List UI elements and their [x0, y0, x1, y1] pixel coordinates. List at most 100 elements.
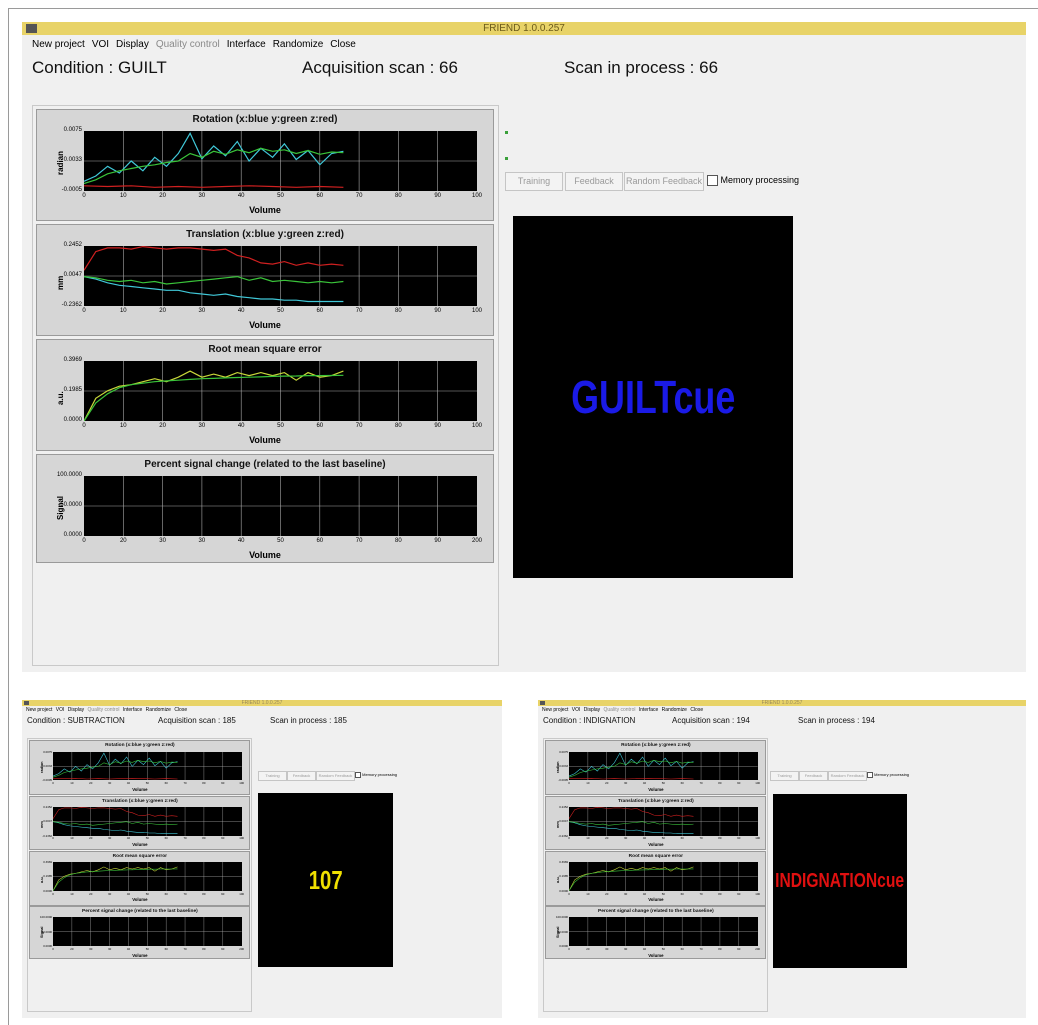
x-tick-label: 80 — [202, 781, 206, 786]
x-tick-label: 10 — [119, 308, 127, 314]
x-tick-label: 80 — [395, 193, 402, 199]
chart-title: Percent signal change (related to the la… — [598, 908, 714, 914]
plot-area — [568, 751, 758, 781]
x-tick-label: 50 — [145, 946, 149, 951]
feedback-button[interactable]: Feedback — [799, 771, 828, 781]
y-tick-label: 0.0075 — [63, 127, 82, 133]
x-axis-label: Volume — [648, 787, 664, 793]
x-tick-label: 60 — [164, 836, 168, 841]
menu-item-display[interactable]: Display — [116, 37, 149, 53]
checkbox-box[interactable] — [867, 772, 873, 778]
quality-control-panel: Rotation (x:blue y:green z:red) radian 0.0… — [32, 105, 499, 666]
menu-item-close[interactable]: Close — [330, 37, 356, 53]
x-tick-label: 30 — [107, 891, 112, 896]
memory-processing-checkbox[interactable]: Memory processing — [867, 772, 909, 778]
chart-title: Percent signal change (related to the la… — [144, 459, 386, 470]
x-axis-label: Volume — [249, 435, 281, 445]
x-tick-label: 20 — [605, 836, 609, 841]
y-tick-label: 0.0075 — [559, 749, 569, 754]
y-tick-label: 0.0047 — [63, 272, 82, 278]
x-tick-label: 50 — [145, 781, 149, 786]
x-tick-label: 30 — [198, 423, 206, 429]
training-button[interactable]: Training — [770, 771, 799, 781]
menu-item-interface[interactable]: Interface — [123, 707, 142, 714]
feedback-display: GUILTcue — [513, 216, 793, 578]
x-tick-label: 80 — [718, 946, 722, 951]
x-tick-label: 70 — [699, 946, 703, 951]
menu-item-close[interactable]: Close — [174, 707, 187, 714]
chart-title: Root mean square error — [628, 853, 684, 859]
feedback-display: INDIGNATIONcue — [773, 794, 907, 968]
menu-item-new-project[interactable]: New project — [32, 37, 85, 53]
chart-panel-rms-error: Root mean square error a.u. 0.3969 0.1985 0.… — [36, 339, 494, 451]
x-tick-label: 90 — [221, 781, 225, 786]
x-tick-label: 80 — [202, 946, 206, 951]
scan-in-process-label: Scan in process : 194 — [798, 716, 875, 725]
x-tick-label: 0 — [568, 891, 570, 896]
y-tick-label: 100.0000 — [56, 472, 82, 478]
condition-label: Condition : GUILT — [32, 58, 167, 77]
y-tick-label: 0.2452 — [63, 242, 82, 248]
x-tick-label: 60 — [680, 781, 684, 786]
x-tick-label: 70 — [355, 308, 363, 314]
training-button[interactable]: Training — [505, 172, 563, 191]
x-axis-label: Volume — [648, 897, 664, 903]
menu-item-quality-control[interactable]: Quality control — [156, 37, 220, 53]
x-tick-label: 80 — [202, 891, 206, 896]
x-tick-label: 60 — [164, 891, 168, 896]
menu-item-display[interactable]: Display — [584, 707, 600, 714]
y-tick-label: 0.1985 — [43, 874, 53, 879]
random-feedback-button[interactable]: Random Feedback — [828, 771, 867, 781]
menu-item-voi[interactable]: VOI — [56, 707, 65, 714]
checkbox-box[interactable] — [355, 772, 361, 778]
random-feedback-button[interactable]: Random Feedback — [624, 172, 704, 191]
x-tick-label: 70 — [699, 836, 703, 841]
menu-item-new-project[interactable]: New project — [26, 707, 52, 714]
x-tick-label: 10 — [586, 891, 590, 896]
memory-processing-checkbox[interactable]: Memory processing — [355, 772, 397, 778]
menu-item-close[interactable]: Close — [690, 707, 703, 714]
x-axis-label: Volume — [249, 550, 281, 560]
x-tick-label: 50 — [277, 308, 284, 314]
menu-item-voi[interactable]: VOI — [92, 37, 109, 53]
plot-area — [52, 806, 242, 836]
feedback-button[interactable]: Feedback — [565, 172, 623, 191]
x-tick-label: 30 — [623, 891, 628, 896]
x-tick-label: 70 — [183, 946, 187, 951]
x-tick-label: 50 — [661, 781, 665, 786]
x-tick-label: 90 — [737, 891, 741, 896]
menu-item-randomize[interactable]: Randomize — [662, 707, 687, 714]
menu-item-quality-control[interactable]: Quality control — [88, 707, 120, 714]
menu-bar: New project VOI Display Quality control Inte… — [22, 37, 1026, 53]
menu-item-randomize[interactable]: Randomize — [273, 37, 324, 53]
x-tick-label: 20 — [159, 308, 166, 314]
menu-item-new-project[interactable]: New project — [542, 707, 568, 714]
menu-item-interface[interactable]: Interface — [227, 37, 266, 53]
menu-item-voi[interactable]: VOI — [572, 707, 581, 714]
checkbox-box[interactable] — [707, 175, 718, 187]
x-axis-label: Volume — [132, 787, 148, 793]
chart-panel-translation: Translation (x:blue y:green z:red) mm 0.24… — [29, 795, 251, 851]
menu-item-interface[interactable]: Interface — [639, 707, 658, 714]
plot-svg — [84, 131, 477, 191]
x-tick-label: 70 — [355, 423, 363, 429]
cue-text: GUILTcue — [570, 371, 736, 423]
random-feedback-button[interactable]: Random Feedback — [316, 771, 355, 781]
series-line-y — [84, 275, 344, 285]
x-tick-label: 10 — [70, 891, 74, 896]
x-axis-label: Volume — [132, 952, 148, 958]
x-tick-label: 50 — [277, 423, 284, 429]
x-tick-label: 80 — [202, 836, 206, 841]
x-tick-label: 90 — [434, 193, 442, 199]
memory-processing-checkbox[interactable]: Memory processing — [707, 174, 799, 187]
menu-item-quality-control[interactable]: Quality control — [604, 707, 636, 714]
menu-item-display[interactable]: Display — [68, 707, 84, 714]
x-tick-label: 60 — [316, 538, 324, 544]
x-tick-label: 80 — [718, 781, 722, 786]
training-button[interactable]: Training — [258, 771, 287, 781]
x-tick-label: 80 — [718, 836, 722, 841]
chart-title: Rotation (x:blue y:green z:red) — [105, 743, 175, 749]
menu-item-randomize[interactable]: Randomize — [146, 707, 171, 714]
feedback-button[interactable]: Feedback — [287, 771, 316, 781]
x-tick-label: 80 — [395, 308, 402, 314]
